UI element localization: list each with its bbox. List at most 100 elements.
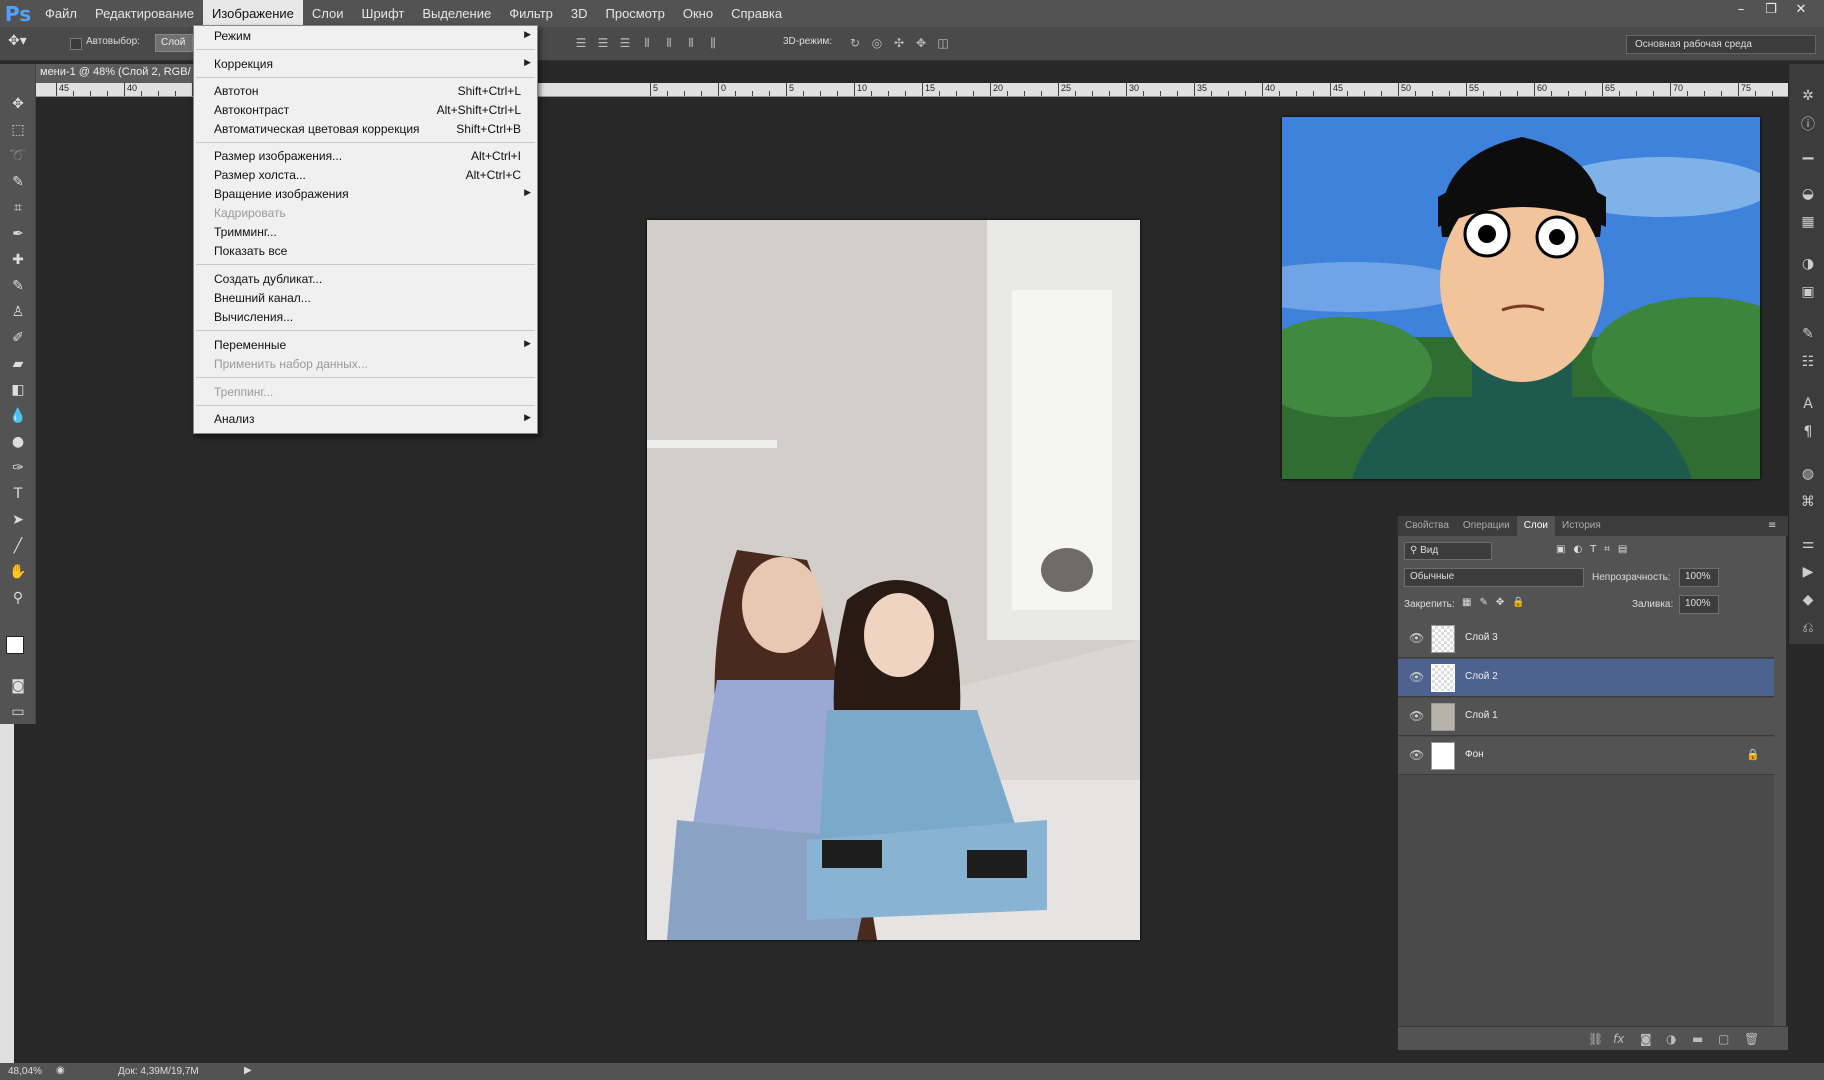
align-right-icon[interactable]: ⫴ bbox=[682, 34, 700, 52]
menu-view[interactable]: Просмотр bbox=[597, 0, 674, 27]
tab-history[interactable]: История bbox=[1555, 516, 1608, 536]
paths-panel-icon[interactable]: ⌘ bbox=[1798, 492, 1818, 512]
history-brush-tool-icon[interactable]: ✐ bbox=[6, 326, 30, 350]
menu-item-mode[interactable]: Режим ▶ bbox=[194, 29, 539, 48]
menu-item-calculations[interactable]: Вычисления... bbox=[194, 310, 539, 329]
3d-slide-icon[interactable]: ✥ bbox=[912, 34, 930, 52]
screen-mode-icon[interactable]: ▭ bbox=[6, 700, 30, 724]
menu-item-auto-tone[interactable]: Автотон Shift+Ctrl+L bbox=[194, 84, 539, 103]
menu-item-image-size[interactable]: Размер изображения... Alt+Ctrl+I bbox=[194, 149, 539, 168]
layer-style-icon[interactable]: fx bbox=[1613, 1032, 1624, 1046]
pen-tool-icon[interactable]: ✑ bbox=[6, 456, 30, 480]
menu-item-trim[interactable]: Тримминг... bbox=[194, 225, 539, 244]
visibility-eye-icon[interactable]: 👁 bbox=[1409, 709, 1424, 723]
menu-item-image-rotation[interactable]: Вращение изображения ▶ bbox=[194, 187, 539, 206]
menu-select[interactable]: Выделение bbox=[413, 0, 500, 27]
blur-tool-icon[interactable]: 💧 bbox=[6, 404, 30, 428]
document-tab[interactable]: мени-1 @ 48% (Слой 2, RGB/ bbox=[36, 64, 196, 83]
lasso-tool-icon[interactable]: ➰ bbox=[6, 144, 30, 168]
brush-presets-icon[interactable]: ☷ bbox=[1798, 352, 1818, 372]
new-layer-icon[interactable]: ▢ bbox=[1718, 1032, 1729, 1046]
menu-item-analysis[interactable]: Анализ ▶ bbox=[194, 412, 539, 431]
menu-filter[interactable]: Фильтр bbox=[500, 0, 562, 27]
restore-button[interactable]: ❐ bbox=[1756, 0, 1786, 18]
layer-filter-icons[interactable]: ▣◐T⌗▤ bbox=[1556, 544, 1635, 555]
close-button[interactable]: ✕ bbox=[1786, 0, 1816, 18]
opacity-input[interactable]: 100% bbox=[1679, 568, 1719, 587]
menu-item-auto-contrast[interactable]: Автоконтраст Alt+Shift+Ctrl+L bbox=[194, 103, 539, 122]
color-panel-icon[interactable]: ✲ bbox=[1798, 86, 1818, 106]
visibility-eye-icon[interactable]: 👁 bbox=[1409, 748, 1424, 762]
3d-drag-icon[interactable]: ✣ bbox=[890, 34, 908, 52]
delete-layer-icon[interactable]: 🗑 bbox=[1744, 1032, 1759, 1046]
layer-filter-select[interactable]: ⚲ Вид bbox=[1404, 542, 1492, 560]
3d-panel-icon[interactable]: ◒ bbox=[1798, 184, 1818, 204]
align-bottom-icon[interactable]: ☰ bbox=[616, 34, 634, 52]
quick-mask-icon[interactable]: ◙ bbox=[6, 674, 30, 698]
layer-row-selected[interactable]: 👁 Слой 2 bbox=[1398, 659, 1774, 697]
visibility-eye-icon[interactable]: 👁 bbox=[1409, 670, 1424, 684]
move-tool-icon[interactable]: ✥ bbox=[6, 92, 30, 116]
menu-edit[interactable]: Редактирование bbox=[86, 0, 203, 27]
brush-tool-icon[interactable]: ✎ bbox=[6, 274, 30, 298]
info-panel-icon[interactable]: ⓘ bbox=[1798, 114, 1818, 134]
minimize-button[interactable]: – bbox=[1726, 0, 1756, 18]
zoom-level[interactable]: 48,04% bbox=[8, 1066, 42, 1077]
menu-window[interactable]: Окно bbox=[674, 0, 722, 27]
path-select-tool-icon[interactable]: ➤ bbox=[6, 508, 30, 532]
adjustment-layer-icon[interactable]: ◑ bbox=[1666, 1032, 1676, 1046]
styles-panel-icon[interactable]: ▣ bbox=[1798, 282, 1818, 302]
stamp-tool-icon[interactable]: ♙ bbox=[6, 300, 30, 324]
layers-panel-icon[interactable]: ◆ bbox=[1798, 590, 1818, 610]
menu-item-apply-image[interactable]: Внешний канал... bbox=[194, 291, 539, 310]
lock-icons[interactable]: ▦✎✥🔒 bbox=[1462, 597, 1533, 608]
menu-item-variables[interactable]: Переменные ▶ bbox=[194, 338, 539, 357]
eyedropper-tool-icon[interactable]: ✒ bbox=[6, 222, 30, 246]
actions-panel-icon[interactable]: ▶ bbox=[1798, 562, 1818, 582]
histogram-panel-icon[interactable]: ▁ bbox=[1798, 142, 1818, 162]
menu-help[interactable]: Справка bbox=[722, 0, 791, 27]
menu-3d[interactable]: 3D bbox=[562, 0, 597, 27]
new-group-icon[interactable]: ▬ bbox=[1692, 1032, 1703, 1046]
menu-item-duplicate[interactable]: Создать дубликат... bbox=[194, 272, 539, 291]
move-tool-preset-icon[interactable]: ✥▾ bbox=[8, 33, 27, 49]
3d-rotate-icon[interactable]: ↻ bbox=[846, 34, 864, 52]
blend-mode-select[interactable]: Обычные bbox=[1404, 568, 1584, 587]
canvas-photo-layer[interactable] bbox=[647, 220, 1140, 940]
channels-panel-icon[interactable]: ⚌ bbox=[1798, 534, 1818, 554]
menu-item-canvas-size[interactable]: Размер холста... Alt+Ctrl+C bbox=[194, 168, 539, 187]
menu-file[interactable]: Файл bbox=[36, 0, 86, 27]
status-info-icon[interactable]: ◉ bbox=[56, 1065, 65, 1076]
zoom-tool-icon[interactable]: ⚲ bbox=[6, 586, 30, 610]
quick-select-tool-icon[interactable]: ✎ bbox=[6, 170, 30, 194]
crop-tool-icon[interactable]: ⌗ bbox=[6, 196, 30, 220]
visibility-eye-icon[interactable]: 👁 bbox=[1409, 631, 1424, 645]
autoselect-checkbox[interactable] bbox=[70, 38, 82, 50]
3d-scale-icon[interactable]: ◫ bbox=[934, 34, 952, 52]
fill-input[interactable]: 100% bbox=[1679, 595, 1719, 614]
align-vcenter-icon[interactable]: ☰ bbox=[594, 34, 612, 52]
marquee-tool-icon[interactable]: ⬚ bbox=[6, 118, 30, 142]
swatches-panel-icon[interactable]: ▦ bbox=[1798, 212, 1818, 232]
panel-menu-icon[interactable]: ≡ bbox=[1768, 520, 1776, 531]
healing-tool-icon[interactable]: ✚ bbox=[6, 248, 30, 272]
menu-layers[interactable]: Слои bbox=[303, 0, 353, 27]
history-panel-icon[interactable]: ⎌ bbox=[1798, 618, 1818, 638]
auto-align-icon[interactable]: ⫼ bbox=[704, 34, 722, 52]
dodge-tool-icon[interactable]: ● bbox=[6, 430, 30, 454]
tab-layers[interactable]: Слои bbox=[1516, 516, 1556, 536]
gradient-tool-icon[interactable]: ◧ bbox=[6, 378, 30, 402]
layer-row[interactable]: 👁 Слой 1 bbox=[1398, 698, 1774, 736]
align-hcenter-icon[interactable]: ⫴ bbox=[660, 34, 678, 52]
menu-item-auto-color[interactable]: Автоматическая цветовая коррекция Shift+C… bbox=[194, 122, 539, 141]
character-panel-icon[interactable]: A bbox=[1798, 394, 1818, 414]
menu-type[interactable]: Шрифт bbox=[353, 0, 414, 27]
workspace-switcher[interactable]: Основная рабочая среда bbox=[1626, 35, 1816, 54]
hand-tool-icon[interactable]: ✋ bbox=[6, 560, 30, 584]
3d-roll-icon[interactable]: ◎ bbox=[868, 34, 886, 52]
status-menu-arrow-icon[interactable]: ▶ bbox=[244, 1065, 252, 1076]
type-tool-icon[interactable]: T bbox=[6, 482, 30, 506]
add-mask-icon[interactable]: ◙ bbox=[1640, 1032, 1652, 1046]
menu-image[interactable]: Изображение bbox=[203, 0, 303, 27]
foreground-color-swatch[interactable] bbox=[6, 636, 24, 654]
